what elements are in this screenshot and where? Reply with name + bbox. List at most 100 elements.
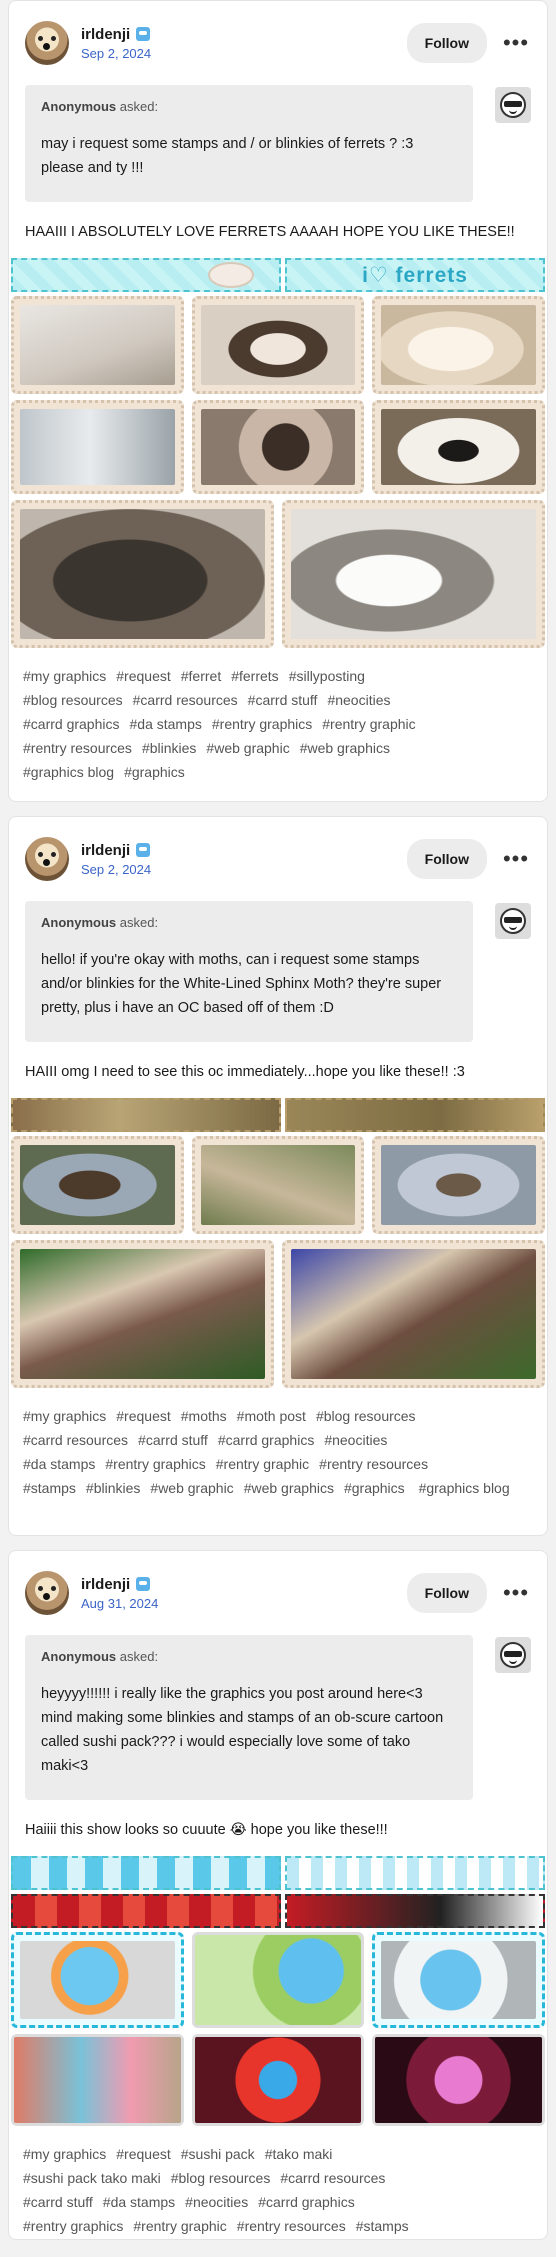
tag-link[interactable]: #blog resources bbox=[316, 1408, 416, 1424]
username-link[interactable]: irldenji bbox=[81, 26, 130, 43]
blinkie-text: i♡ ferrets bbox=[362, 263, 468, 287]
tag-link[interactable]: #ferret bbox=[181, 668, 221, 684]
post-header: irldenji Aug 31, 2024 Follow ••• bbox=[9, 1551, 547, 1635]
tag-link[interactable]: #blog resources bbox=[23, 692, 123, 708]
more-options-icon[interactable]: ••• bbox=[501, 1578, 531, 1608]
tag-link[interactable]: #carrd stuff bbox=[23, 2194, 93, 2210]
tag-link[interactable]: #web graphics bbox=[244, 1480, 334, 1496]
tag-link[interactable]: #carrd resources bbox=[133, 692, 238, 708]
anonymous-avatar-icon bbox=[495, 903, 531, 939]
ask-question: hello! if you're okay with moths, can i … bbox=[41, 952, 442, 1016]
tag-link[interactable]: #request bbox=[116, 2146, 170, 2162]
username-link[interactable]: irldenji bbox=[81, 842, 130, 859]
tag-link[interactable]: #carrd resources bbox=[280, 2170, 385, 2186]
tag-link[interactable]: #carrd graphics bbox=[258, 2194, 355, 2210]
post: irldenji Aug 31, 2024 Follow ••• Anonymo… bbox=[8, 1550, 548, 2240]
tag-link[interactable]: #rentry resources bbox=[319, 1456, 428, 1472]
follow-button[interactable]: Follow bbox=[406, 23, 487, 63]
anonymous-avatar-icon bbox=[495, 87, 531, 123]
ferret-stamp-image bbox=[282, 500, 545, 648]
tag-link[interactable]: #graphics blog bbox=[23, 764, 114, 780]
username-link[interactable]: irldenji bbox=[81, 1576, 130, 1593]
tag-link[interactable]: #sushi pack tako maki bbox=[23, 2170, 161, 2186]
tag-link[interactable]: #moths bbox=[181, 1408, 227, 1424]
tag-link[interactable]: #neocities bbox=[324, 1432, 387, 1448]
tag-link[interactable]: #stamps bbox=[23, 1480, 76, 1496]
tag-link[interactable]: #blinkies bbox=[142, 740, 196, 756]
moth-stamp-image bbox=[11, 1136, 184, 1234]
tag-link[interactable]: #stamps bbox=[356, 2218, 409, 2234]
tag-link[interactable]: #graphics bbox=[124, 764, 185, 780]
post-meta: irldenji Aug 31, 2024 bbox=[81, 1576, 407, 1611]
tag-link[interactable]: #sillyposting bbox=[289, 668, 365, 684]
tag-link[interactable]: #ferrets bbox=[231, 668, 278, 684]
user-avatar[interactable] bbox=[25, 21, 69, 65]
tag-link[interactable]: #my graphics bbox=[23, 668, 106, 684]
tag-link[interactable]: #neocities bbox=[185, 2194, 248, 2210]
tag-link[interactable]: #web graphics bbox=[300, 740, 390, 756]
tag-link[interactable]: #carrd graphics bbox=[23, 716, 120, 732]
tag-link[interactable]: #carrd graphics bbox=[218, 1432, 315, 1448]
tag-link[interactable]: #carrd stuff bbox=[138, 1432, 208, 1448]
asked-label: asked: bbox=[119, 99, 159, 114]
tag-link[interactable]: #graphics blog bbox=[419, 1480, 510, 1496]
tag-link[interactable]: #rentry resources bbox=[237, 2218, 346, 2234]
post-date[interactable]: Aug 31, 2024 bbox=[81, 1596, 407, 1611]
more-options-icon[interactable]: ••• bbox=[501, 844, 531, 874]
tag-link[interactable]: #rentry graphic bbox=[216, 1456, 309, 1472]
post-date[interactable]: Sep 2, 2024 bbox=[81, 46, 407, 61]
tag-link[interactable]: #my graphics bbox=[23, 1408, 106, 1424]
moth-blinkie-image bbox=[285, 1098, 545, 1132]
ferret-stamp-image bbox=[372, 296, 546, 394]
tag-link[interactable]: #blinkies bbox=[86, 1480, 140, 1496]
tag-link[interactable]: #da stamps bbox=[103, 2194, 175, 2210]
moth-stamp-image bbox=[191, 1136, 365, 1234]
post: irldenji Sep 2, 2024 Follow ••• Anonymou… bbox=[8, 0, 548, 802]
moth-stamp-image bbox=[282, 1240, 545, 1388]
post-tags: #my graphics #request #moths #moth post #blo… bbox=[9, 1394, 547, 1510]
sushi-pack-stamp-image bbox=[11, 2034, 184, 2126]
post-media bbox=[9, 1098, 547, 1388]
tag-link[interactable]: #rentry graphics bbox=[105, 1456, 205, 1472]
tag-link[interactable]: #rentry graphics bbox=[212, 716, 312, 732]
tag-link[interactable]: #carrd stuff bbox=[248, 692, 318, 708]
tag-link[interactable]: #rentry graphics bbox=[23, 2218, 123, 2234]
post-meta: irldenji Sep 2, 2024 bbox=[81, 842, 407, 877]
asker-name[interactable]: Anonymous bbox=[41, 1649, 116, 1664]
follow-button[interactable]: Follow bbox=[406, 839, 487, 879]
tag-link[interactable]: #da stamps bbox=[23, 1456, 95, 1472]
asked-label: asked: bbox=[119, 1649, 159, 1664]
asker-name[interactable]: Anonymous bbox=[41, 915, 116, 930]
post-date[interactable]: Sep 2, 2024 bbox=[81, 862, 407, 877]
tag-link[interactable]: #graphics bbox=[344, 1480, 405, 1496]
asker-name[interactable]: Anonymous bbox=[41, 99, 116, 114]
tag-link[interactable]: #my graphics bbox=[23, 2146, 106, 2162]
ask-block: Anonymous asked: may i request some stam… bbox=[9, 85, 547, 202]
tag-link[interactable]: #web graphic bbox=[150, 1480, 233, 1496]
dashboard-feed: irldenji Sep 2, 2024 Follow ••• Anonymou… bbox=[0, 0, 556, 2240]
answer-text: HAAIII I ABSOLUTELY LOVE FERRETS AAAAH H… bbox=[25, 224, 515, 240]
tag-link[interactable]: #rentry graphic bbox=[322, 716, 415, 732]
tag-link[interactable]: #request bbox=[116, 668, 170, 684]
post-header: irldenji Sep 2, 2024 Follow ••• bbox=[9, 1, 547, 85]
follow-button[interactable]: Follow bbox=[406, 1573, 487, 1613]
answer-text: HAIII omg I need to see this oc immediat… bbox=[25, 1064, 465, 1080]
tag-link[interactable]: #carrd resources bbox=[23, 1432, 128, 1448]
user-avatar[interactable] bbox=[25, 837, 69, 881]
tag-link[interactable]: #web graphic bbox=[206, 740, 289, 756]
tag-link[interactable]: #moth post bbox=[237, 1408, 306, 1424]
tag-link[interactable]: #rentry graphic bbox=[133, 2218, 226, 2234]
user-avatar[interactable] bbox=[25, 1571, 69, 1615]
ask-block: Anonymous asked: hello! if you're okay w… bbox=[9, 901, 547, 1042]
tag-link[interactable]: #tako maki bbox=[265, 2146, 333, 2162]
more-options-icon[interactable]: ••• bbox=[501, 28, 531, 58]
ferret-stamp-image bbox=[11, 400, 184, 494]
badge-icon bbox=[136, 843, 151, 857]
tag-link[interactable]: #blog resources bbox=[171, 2170, 271, 2186]
tag-link[interactable]: #neocities bbox=[327, 692, 390, 708]
tag-link[interactable]: #sushi pack bbox=[181, 2146, 255, 2162]
tag-link[interactable]: #da stamps bbox=[130, 716, 202, 732]
tag-link[interactable]: #rentry resources bbox=[23, 740, 132, 756]
tag-link[interactable]: #request bbox=[116, 1408, 170, 1424]
ferret-stamp-image bbox=[191, 296, 365, 394]
